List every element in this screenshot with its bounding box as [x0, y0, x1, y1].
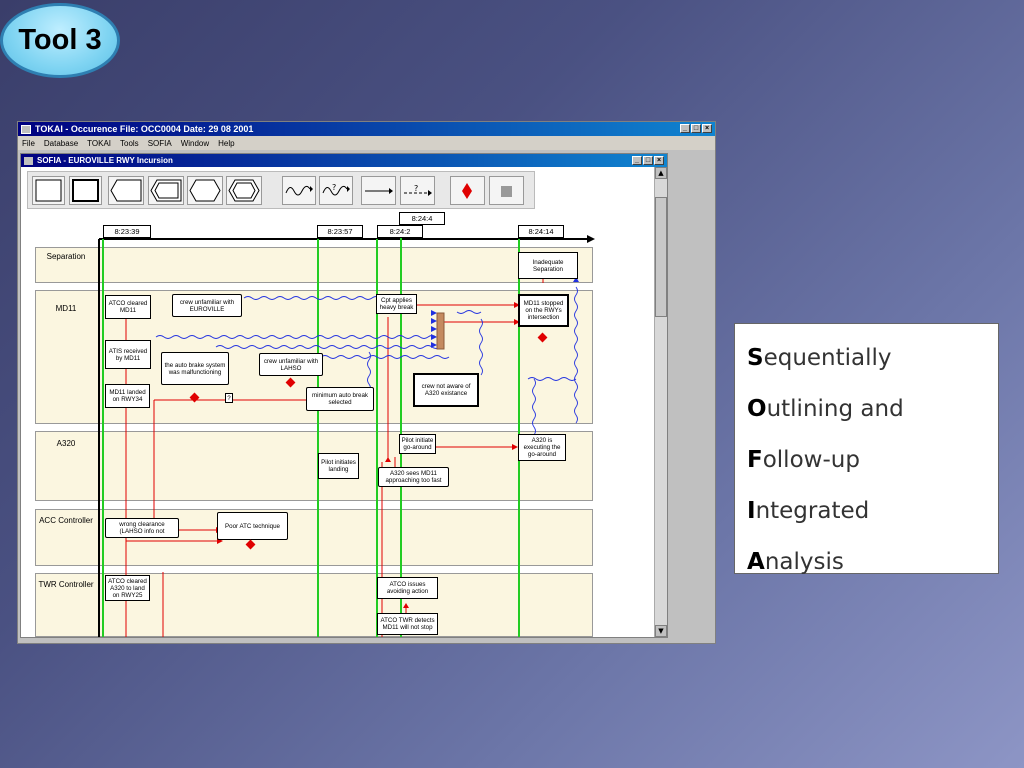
- maximize-button[interactable]: □: [691, 124, 701, 133]
- event-inadequate-separation[interactable]: Inadequate Separation: [518, 252, 578, 279]
- app-title: TOKAI - Occurence File: OCC0004 Date: 29…: [35, 124, 254, 134]
- hex-left-tool-button[interactable]: [108, 176, 144, 205]
- event-a320-executing[interactable]: A320 is executing the go-around: [518, 434, 566, 461]
- event-md11-landed[interactable]: MD11 landed on RWY34: [105, 384, 150, 408]
- acronym-line: Integrated: [747, 485, 986, 536]
- acronym-letter: S: [747, 344, 764, 371]
- menu-tokai[interactable]: TOKAI: [87, 139, 111, 148]
- event-pilot-initiates-goaround[interactable]: Pilot initiate go-around: [399, 434, 436, 454]
- event-crew-unfamiliar-euroville[interactable]: crew unfamiliar with EUROVILLE: [172, 294, 242, 317]
- app-window: TOKAI - Occurence File: OCC0004 Date: 29…: [17, 121, 716, 644]
- sofia-title: SOFIA - EUROVILLE RWY Incursion: [37, 156, 173, 165]
- hex-left-icon: [110, 179, 142, 202]
- scroll-thumb[interactable]: [655, 197, 667, 317]
- event-wrong-clearance[interactable]: wrong clearance (LAHSO info not: [105, 518, 179, 538]
- hex-tool-button[interactable]: [187, 176, 223, 205]
- event-cpt-applies-brake[interactable]: Cpt applies heavy break: [376, 294, 417, 314]
- acronym-letter: A: [747, 548, 765, 575]
- shape-toolbar: ? ?: [27, 171, 535, 209]
- event-pilot-initiates-landing[interactable]: Pilot initiates landing: [318, 453, 359, 479]
- gray-square-icon: [501, 185, 512, 197]
- event-auto-brake[interactable]: the auto brake system was malfunctioning: [161, 352, 229, 385]
- arrow-tool-button[interactable]: [361, 176, 396, 205]
- rect-bold-tool-button[interactable]: [69, 176, 102, 205]
- menu-tools[interactable]: Tools: [120, 139, 139, 148]
- question-arrow-tool-button[interactable]: ?: [400, 176, 435, 205]
- acronym-rest: nalysis: [764, 548, 844, 575]
- menu-file[interactable]: File: [22, 139, 35, 148]
- event-poor-atc[interactable]: Poor ATC technique: [217, 512, 288, 540]
- wave-question-icon: ?: [322, 183, 350, 195]
- svg-text:?: ?: [332, 183, 336, 192]
- rect-icon: [35, 179, 62, 202]
- scroll-down-arrow-icon[interactable]: ▼: [655, 625, 667, 637]
- event-atco-cleared-a320[interactable]: ATCO cleared A320 to land on RWY25: [105, 575, 150, 601]
- event-crew-not-aware[interactable]: crew not aware of A320 existance: [413, 373, 479, 407]
- minimize-button[interactable]: _: [680, 124, 690, 133]
- acronym-line: Outlining and: [747, 383, 986, 434]
- acronym-line: Follow-up: [747, 434, 986, 485]
- scroll-up-arrow-icon[interactable]: ▲: [655, 167, 667, 179]
- gray-bar-marker: [436, 312, 445, 350]
- event-atco-twr-detects[interactable]: ATCO TWR detects MD11 will not stop: [377, 613, 438, 635]
- acronym-line: Analysis: [747, 536, 986, 587]
- sofia-window: SOFIA - EUROVILLE RWY Incursion _ □ × ? …: [20, 153, 668, 638]
- acronym-letter: O: [747, 395, 767, 422]
- hex-left-2-tool-button[interactable]: [148, 176, 184, 205]
- inner-minimize-button[interactable]: _: [632, 156, 642, 165]
- acronym-rest: ntegrated: [755, 497, 870, 524]
- gray-square-tool-button[interactable]: [489, 176, 524, 205]
- rect-tool-button[interactable]: [32, 176, 65, 205]
- sofia-title-bar: SOFIA - EUROVILLE RWY Incursion _ □ ×: [21, 154, 667, 167]
- red-diamond-tool-button[interactable]: [450, 176, 485, 205]
- hex-2-icon: [228, 179, 260, 202]
- acronym-line: Sequentially: [747, 332, 986, 383]
- hex-icon: [189, 179, 221, 202]
- wave-arrow-tool-button[interactable]: [282, 176, 316, 205]
- wave-question-tool-button[interactable]: ?: [319, 176, 353, 205]
- menu-help[interactable]: Help: [218, 139, 234, 148]
- menu-sofia[interactable]: SOFIA: [148, 139, 172, 148]
- menu-bar: File Database TOKAI Tools SOFIA Window H…: [18, 136, 715, 150]
- event-crew-unfamiliar-lahso[interactable]: crew unfamiliar with LAHSO: [259, 353, 323, 376]
- inner-close-button[interactable]: ×: [654, 156, 664, 165]
- inner-maximize-button[interactable]: □: [643, 156, 653, 165]
- acronym-box: Sequentially Outlining and Follow-up Int…: [734, 323, 999, 575]
- event-atis-received[interactable]: ATIS received by MD11: [105, 340, 151, 369]
- event-min-auto-brake[interactable]: minimum auto break selected: [306, 387, 374, 411]
- app-title-bar: TOKAI - Occurence File: OCC0004 Date: 29…: [18, 122, 715, 136]
- sofia-icon: [24, 156, 33, 165]
- event-a320-sees-md11[interactable]: A320 sees MD11 approaching too fast: [378, 467, 449, 487]
- close-button[interactable]: ×: [702, 124, 712, 133]
- event-question[interactable]: ?: [225, 393, 233, 403]
- hex-2-tool-button[interactable]: [226, 176, 262, 205]
- vertical-scrollbar[interactable]: ▲ ▼: [654, 167, 667, 637]
- acronym-rest: ollow-up: [762, 446, 860, 473]
- menu-database[interactable]: Database: [44, 139, 78, 148]
- question-arrow-icon: ?: [404, 184, 432, 196]
- acronym-letter: I: [747, 497, 756, 524]
- wave-arrow-icon: [285, 185, 313, 195]
- svg-text:?: ?: [414, 184, 418, 193]
- arrow-icon: [365, 187, 393, 194]
- acronym-rest: equentially: [763, 344, 892, 371]
- acronym-letter: F: [747, 446, 763, 473]
- event-md11-stopped[interactable]: MD11 stopped on the RWYs intersection: [518, 294, 569, 327]
- menu-window[interactable]: Window: [181, 139, 209, 148]
- red-diamond-icon: [462, 182, 472, 199]
- timeline-canvas: Separation MD11 A320 ACC Controller TWR …: [21, 212, 655, 637]
- event-atco-cleared-md11[interactable]: ATCO cleared MD11: [105, 295, 151, 319]
- tool-badge-label: Tool 3: [18, 24, 102, 56]
- hex-left-2-icon: [150, 179, 182, 202]
- app-icon: [21, 124, 31, 134]
- event-atco-issues[interactable]: ATCO issues avoiding action: [377, 577, 438, 599]
- acronym-rest: utlining and: [766, 395, 904, 422]
- tool-badge: Tool 3: [0, 3, 120, 78]
- rect-bold-icon: [72, 179, 99, 202]
